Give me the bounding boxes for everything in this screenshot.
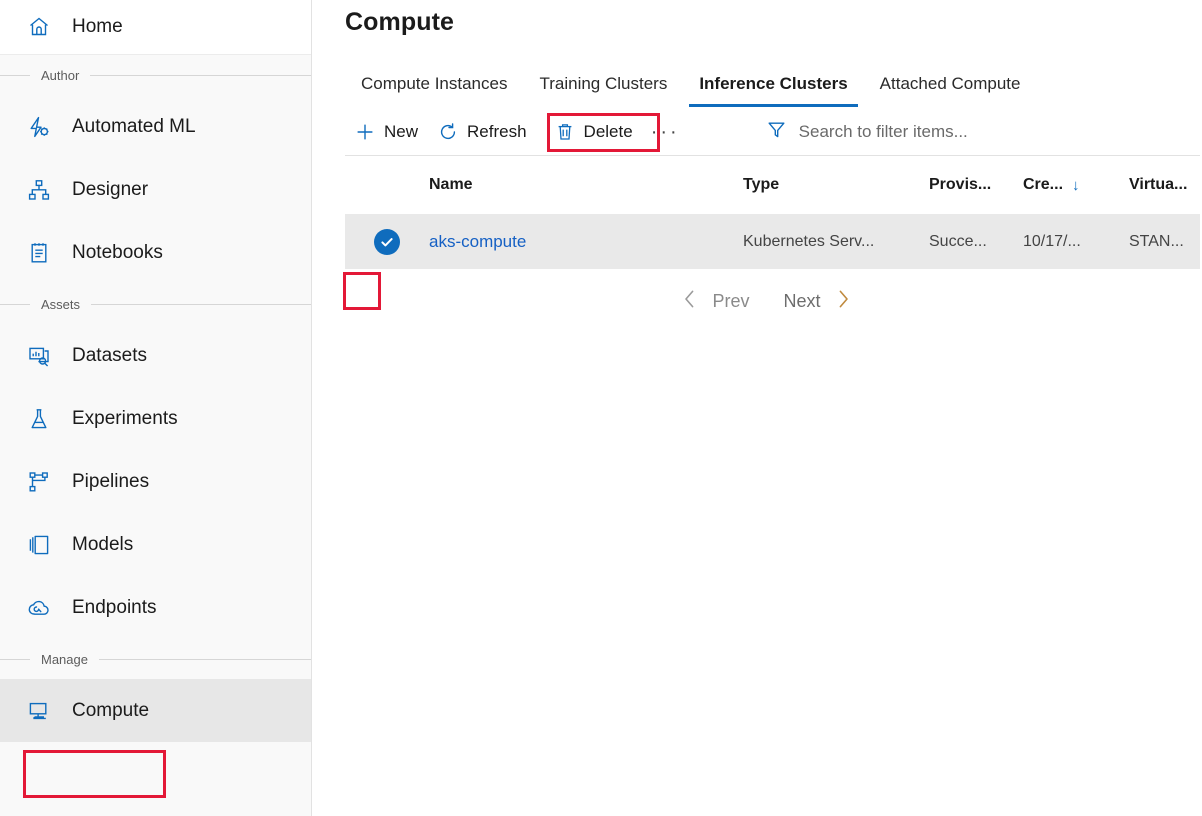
sidebar-item-label-endpoints: Endpoints [72, 597, 157, 619]
tab-attached-compute[interactable]: Attached Compute [864, 74, 1037, 107]
new-button[interactable]: New [345, 115, 428, 149]
tab-training-clusters[interactable]: Training Clusters [523, 74, 683, 107]
sidebar-item-label-designer: Designer [72, 179, 148, 201]
sidebar-section-manage: Manage [0, 639, 311, 679]
table-header-row: Name Type Provis... Cre... ↓ Virtua... [345, 156, 1200, 214]
plus-icon [355, 122, 375, 142]
chevron-left-icon[interactable] [673, 287, 706, 315]
compute-name-link[interactable]: aks-compute [429, 232, 526, 251]
chevron-right-icon[interactable] [827, 287, 860, 315]
section-title-assets: Assets [30, 297, 91, 312]
sidebar-item-label-experiments: Experiments [72, 408, 178, 430]
row-cell-virtual-machine: STAN... [1129, 233, 1200, 251]
header-cell-name[interactable]: Name [429, 176, 743, 194]
sidebar-item-label-pipelines: Pipelines [72, 471, 149, 493]
experiments-icon [26, 406, 52, 432]
main-content: Compute Compute Instances Training Clust… [312, 0, 1202, 816]
notebooks-icon [26, 240, 52, 266]
section-rule-right [90, 75, 311, 76]
section-rule-left [0, 304, 30, 305]
row-cell-created: 10/17/... [1023, 233, 1129, 251]
sidebar-item-home[interactable]: Home [0, 0, 311, 55]
tab-inference-clusters[interactable]: Inference Clusters [683, 74, 863, 107]
sidebar-item-datasets[interactable]: Datasets [0, 324, 311, 387]
sidebar-item-experiments[interactable]: Experiments [0, 387, 311, 450]
row-cell-type: Kubernetes Serv... [743, 233, 929, 251]
pagination-prev-label[interactable]: Prev [706, 291, 755, 312]
section-rule-right [99, 659, 311, 660]
trash-icon [555, 122, 575, 142]
table-row[interactable]: aks-compute Kubernetes Serv... Succe... … [345, 214, 1200, 269]
new-button-label: New [384, 122, 418, 142]
header-cell-type[interactable]: Type [743, 176, 929, 194]
sidebar-item-models[interactable]: Models [0, 513, 311, 576]
sidebar-item-endpoints[interactable]: Endpoints [0, 576, 311, 639]
refresh-button[interactable]: Refresh [428, 115, 537, 149]
header-cell-created[interactable]: Cre... ↓ [1023, 176, 1129, 194]
designer-icon [26, 177, 52, 203]
models-icon [26, 532, 52, 558]
sidebar-section-author: Author [0, 55, 311, 95]
header-cell-provisioning[interactable]: Provis... [929, 176, 1023, 194]
app-window: Home Author Automated ML [0, 0, 1202, 816]
sidebar-item-pipelines[interactable]: Pipelines [0, 450, 311, 513]
pipelines-icon [26, 469, 52, 495]
tab-bar: Compute Instances Training Clusters Infe… [331, 59, 1202, 107]
filter-icon [766, 119, 787, 145]
pagination-next-label[interactable]: Next [778, 291, 827, 312]
section-title-author: Author [30, 68, 90, 83]
section-rule-left [0, 659, 30, 660]
datasets-icon [26, 343, 52, 369]
automated-ml-icon [26, 114, 52, 140]
home-icon [26, 14, 52, 40]
section-rule-left [0, 75, 30, 76]
row-cell-name: aks-compute [429, 232, 743, 252]
sidebar-item-compute[interactable]: Compute [0, 679, 311, 742]
sidebar-item-designer[interactable]: Designer [0, 158, 311, 221]
compute-icon [26, 698, 52, 724]
tab-compute-instances[interactable]: Compute Instances [345, 74, 523, 107]
page-title: Compute [331, 0, 1202, 37]
sidebar-item-label-home: Home [72, 16, 123, 38]
sidebar-item-label-notebooks: Notebooks [72, 242, 163, 264]
section-title-manage: Manage [30, 652, 99, 667]
sidebar: Home Author Automated ML [0, 0, 312, 816]
sidebar-item-label-datasets: Datasets [72, 345, 147, 367]
sidebar-item-automated-ml[interactable]: Automated ML [0, 95, 311, 158]
search-input-placeholder: Search to filter items... [799, 122, 968, 142]
section-rule-right [91, 304, 311, 305]
row-checkbox-cell [345, 229, 429, 255]
toolbar: New Refresh [331, 109, 1202, 155]
compute-highlight-box [23, 750, 166, 798]
refresh-icon [438, 122, 458, 142]
compute-table: Name Type Provis... Cre... ↓ Virtua... [345, 156, 1200, 269]
row-checkbox[interactable] [374, 229, 400, 255]
sidebar-item-label-automated-ml: Automated ML [72, 116, 196, 138]
pagination: Prev Next [331, 287, 1202, 315]
header-cell-virtual-machine[interactable]: Virtua... [1129, 176, 1200, 194]
row-cell-provisioning: Succe... [929, 233, 1023, 251]
sidebar-item-label-models: Models [72, 534, 133, 556]
delete-button[interactable]: Delete [545, 115, 643, 149]
refresh-button-label: Refresh [467, 122, 527, 142]
sort-descending-icon: ↓ [1072, 178, 1080, 193]
overflow-menu-button[interactable]: ··· [643, 115, 688, 149]
search-input[interactable]: Search to filter items... [766, 119, 968, 145]
header-cell-created-label: Cre... [1023, 176, 1063, 194]
sidebar-item-label-compute: Compute [72, 700, 149, 722]
sidebar-section-assets: Assets [0, 284, 311, 324]
delete-button-label: Delete [584, 122, 633, 142]
sidebar-item-notebooks[interactable]: Notebooks [0, 221, 311, 284]
endpoints-icon [26, 595, 52, 621]
